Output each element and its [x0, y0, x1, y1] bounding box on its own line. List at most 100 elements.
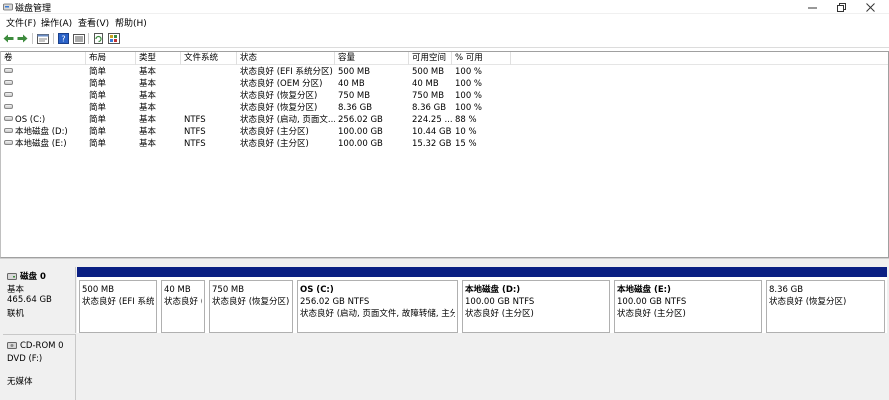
- volume-name: [1, 66, 86, 78]
- cdrom-0-title: CD-ROM 0: [7, 341, 64, 351]
- volume-type: 基本: [139, 79, 157, 89]
- partition-oem[interactable]: 40 MB 状态良好 (OEM 分区): [159, 267, 207, 333]
- volume-capacity: 100.00 GB: [338, 139, 383, 149]
- volume-icon: [4, 104, 13, 109]
- volume-free-space: 10.44 GB: [412, 127, 452, 137]
- disk-0-size: 465.64 GB: [7, 295, 52, 305]
- volume-free-space: 500 MB: [412, 67, 445, 77]
- volume-status: 状态良好 (主分区): [240, 139, 309, 149]
- partition-recovery-2[interactable]: 8.36 GB 状态良好 (恢复分区): [764, 267, 887, 333]
- table-row[interactable]: 简单 基本 状态良好 (恢复分区) 750 MB 750 MB 100 %: [1, 90, 888, 102]
- partition-title: 本地磁盘 (E:): [617, 285, 671, 295]
- volume-icon: [4, 128, 13, 133]
- volume-type: 基本: [139, 103, 157, 113]
- menu-help[interactable]: 帮助(H): [115, 16, 147, 29]
- properties-button[interactable]: [36, 32, 49, 45]
- partition-header: [460, 267, 612, 277]
- volume-percent-free: 100 %: [455, 67, 483, 77]
- partition-status: 状态良好 (OEM 分区): [164, 297, 202, 307]
- volume-percent-free: 88 %: [455, 115, 477, 125]
- volume-name: [1, 102, 86, 114]
- partition-size: 100.00 GB NTFS: [617, 297, 687, 307]
- partition-os-c[interactable]: OS (C:) 256.02 GB NTFS 状态良好 (启动, 页面文件, 故…: [295, 267, 460, 333]
- help-button[interactable]: ?: [57, 32, 70, 45]
- volume-icon: [4, 92, 13, 97]
- partition-status: 状态良好 (EFI 系统分区): [82, 297, 154, 307]
- partition-body: 750 MB 状态良好 (恢复分区): [209, 280, 293, 333]
- volume-type: 基本: [139, 115, 157, 125]
- volume-status: 状态良好 (恢复分区): [240, 91, 318, 101]
- column-header-type[interactable]: 类型: [136, 52, 181, 65]
- menu-view[interactable]: 查看(V): [78, 16, 109, 29]
- disk-0-state: 联机: [7, 309, 25, 319]
- partition-local-e[interactable]: 本地磁盘 (E:) 100.00 GB NTFS 状态良好 (主分区): [612, 267, 764, 333]
- volume-name: 本地磁盘 (D:): [1, 126, 86, 138]
- column-header-status[interactable]: 状态: [237, 52, 335, 65]
- back-arrow-icon: [3, 34, 14, 43]
- partition-recovery-1[interactable]: 750 MB 状态良好 (恢复分区): [207, 267, 295, 333]
- column-header-free-space[interactable]: 可用空间: [409, 52, 452, 65]
- partition-header: [295, 267, 460, 277]
- partition-size: 40 MB: [164, 285, 191, 295]
- cdrom-0-label[interactable]: CD-ROM 0 DVD (F:) 无媒体: [3, 334, 76, 400]
- toolbar-separator: [32, 33, 33, 44]
- close-button[interactable]: [856, 0, 884, 14]
- table-row[interactable]: 简单 基本 状态良好 (EFI 系统分区) 500 MB 500 MB 100 …: [1, 66, 888, 78]
- disk-0-label[interactable]: 磁盘 0 基本 465.64 GB 联机: [3, 267, 76, 333]
- refresh-button[interactable]: [92, 32, 105, 45]
- restore-icon: [836, 2, 846, 12]
- volume-list: 卷 布局 类型 文件系统 状态 容量 可用空间 % 可用 简单 基本 状态良好 …: [0, 51, 889, 258]
- partition-body: 本地磁盘 (D:) 100.00 GB NTFS 状态良好 (主分区): [462, 280, 610, 333]
- volume-free-space: 40 MB: [412, 79, 439, 89]
- volume-free-space: 224.25 ...: [412, 115, 452, 125]
- pane-splitter[interactable]: [0, 258, 889, 265]
- column-header-percent-free[interactable]: % 可用: [452, 52, 511, 65]
- table-row[interactable]: 本地磁盘 (E:) 简单 基本 NTFS 状态良好 (主分区) 100.00 G…: [1, 138, 888, 150]
- volume-type: 基本: [139, 139, 157, 149]
- toolbar-separator: [88, 33, 89, 44]
- partition-body: 8.36 GB 状态良好 (恢复分区): [766, 280, 885, 333]
- partition-status: 状态良好 (恢复分区): [769, 297, 847, 307]
- back-button[interactable]: [2, 32, 15, 45]
- partition-size: 750 MB: [212, 285, 245, 295]
- column-header-layout[interactable]: 布局: [86, 52, 136, 65]
- volume-status: 状态良好 (EFI 系统分区): [240, 67, 333, 77]
- volume-list-header: 卷 布局 类型 文件系统 状态 容量 可用空间 % 可用: [1, 52, 888, 65]
- table-row[interactable]: 简单 基本 状态良好 (恢复分区) 8.36 GB 8.36 GB 100 %: [1, 102, 888, 114]
- partition-local-d[interactable]: 本地磁盘 (D:) 100.00 GB NTFS 状态良好 (主分区): [460, 267, 612, 333]
- column-header-filesystem[interactable]: 文件系统: [181, 52, 237, 65]
- forward-button[interactable]: [16, 32, 29, 45]
- table-row[interactable]: 本地磁盘 (D:) 简单 基本 NTFS 状态良好 (主分区) 100.00 G…: [1, 126, 888, 138]
- volume-capacity: 40 MB: [338, 79, 365, 89]
- volume-filesystem: [181, 78, 237, 90]
- column-header-capacity[interactable]: 容量: [335, 52, 409, 65]
- rescan-button[interactable]: [107, 32, 120, 45]
- volume-layout: 简单: [89, 127, 107, 137]
- partition-status: 状态良好 (主分区): [465, 309, 534, 319]
- menu-action[interactable]: 操作(A): [41, 16, 72, 29]
- volume-free-space: 8.36 GB: [412, 103, 447, 113]
- volume-layout: 简单: [89, 91, 107, 101]
- toolbar-separator: [53, 33, 54, 44]
- volume-layout: 简单: [89, 67, 107, 77]
- rescan-icon: [107, 33, 120, 44]
- volume-percent-free: 100 %: [455, 91, 483, 101]
- minimize-button[interactable]: [798, 0, 826, 14]
- disk-graphical-view: 磁盘 0 基本 465.64 GB 联机 500 MB 状态良好 (EFI 系统…: [0, 265, 889, 400]
- maximize-button[interactable]: [827, 0, 855, 14]
- volume-name: OS (C:): [1, 114, 86, 126]
- volume-free-space: 15.32 GB: [412, 139, 452, 149]
- partition-efi[interactable]: 500 MB 状态良好 (EFI 系统分区): [77, 267, 159, 333]
- volume-icon: [4, 68, 13, 73]
- partition-body: 500 MB 状态良好 (EFI 系统分区): [79, 280, 157, 333]
- table-row[interactable]: 简单 基本 状态良好 (OEM 分区) 40 MB 40 MB 100 %: [1, 78, 888, 90]
- volume-status: 状态良好 (恢复分区): [240, 103, 318, 113]
- column-header-volume[interactable]: 卷: [1, 52, 86, 65]
- menu-file[interactable]: 文件(F): [6, 16, 36, 29]
- list-view-button[interactable]: [72, 32, 85, 45]
- partition-header: [764, 267, 887, 277]
- volume-percent-free: 100 %: [455, 79, 483, 89]
- disk-0-type: 基本: [7, 285, 25, 295]
- table-row[interactable]: OS (C:) 简单 基本 NTFS 状态良好 (启动, 页面文... 256.…: [1, 114, 888, 126]
- partition-status: 状态良好 (恢复分区): [212, 297, 290, 307]
